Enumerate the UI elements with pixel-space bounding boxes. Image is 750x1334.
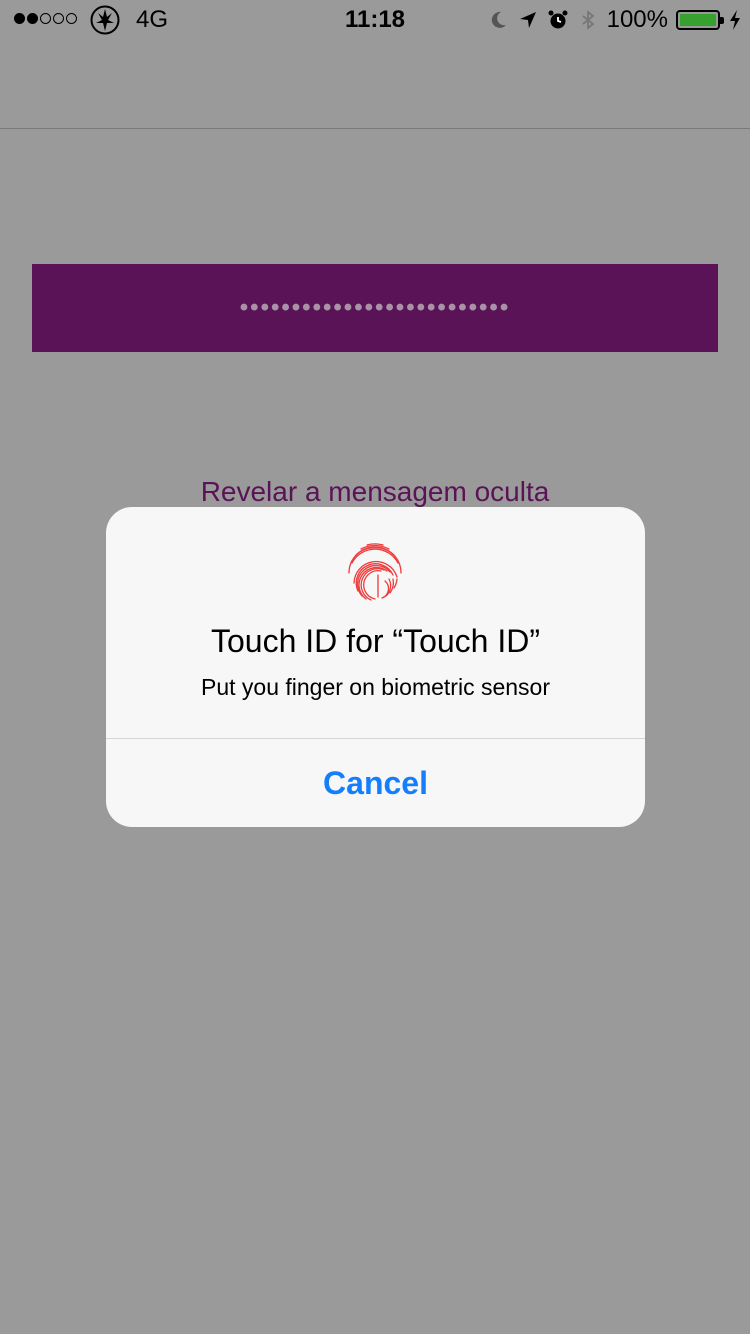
hidden-message-field: ••••••••••••••••••••••••••	[32, 264, 718, 352]
battery-fill	[680, 14, 716, 26]
location-arrow-icon	[519, 12, 536, 28]
charging-bolt-icon	[730, 10, 740, 30]
touch-id-alert: Touch ID for “Touch ID” Put you finger o…	[106, 507, 645, 827]
alert-title: Touch ID for “Touch ID”	[211, 623, 540, 659]
reveal-message-button[interactable]: Revelar a mensagem oculta	[0, 472, 750, 512]
cancel-button[interactable]: Cancel	[106, 739, 645, 827]
status-right-group: 100%	[487, 4, 742, 36]
navigation-bar	[0, 40, 750, 129]
alarm-icon	[548, 10, 568, 29]
masked-message: ••••••••••••••••••••••••••	[239, 294, 511, 321]
alert-message: Put you finger on biometric sensor	[200, 674, 550, 700]
battery-icon	[676, 10, 724, 30]
moon-icon	[491, 11, 506, 28]
battery-nub	[720, 17, 724, 24]
bluetooth-icon	[582, 10, 595, 30]
battery-percentage: 100%	[606, 6, 668, 33]
fingerprint-icon	[348, 543, 402, 601]
status-bar: 4G 11:18 100%	[0, 0, 750, 40]
